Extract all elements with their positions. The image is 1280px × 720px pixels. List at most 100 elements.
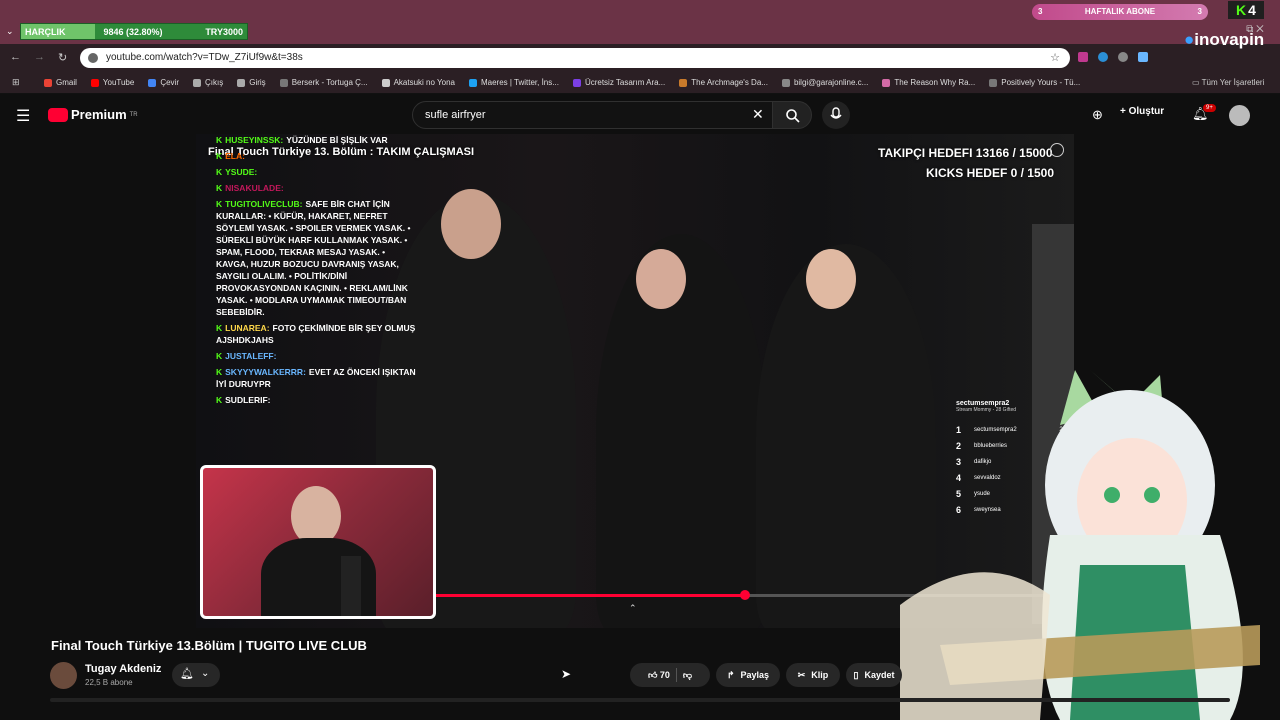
bell-icon: 🔔︎: [180, 668, 194, 680]
premium-label: Premium: [71, 107, 127, 122]
vtuber-avatar: [900, 370, 1260, 720]
save-button[interactable]: ▯ Kaydet: [846, 663, 902, 687]
clear-search-icon[interactable]: ✕: [752, 106, 764, 123]
kick-badge-icon: K: [216, 199, 223, 209]
bookmark-item[interactable]: Akatsuki no Yona: [381, 78, 455, 87]
video-title: Final Touch Türkiye 13.Bölüm | TUGITO LI…: [51, 638, 367, 653]
bookmark-item[interactable]: Gmail: [44, 78, 77, 87]
tab-search-icon[interactable]: ⌄: [6, 26, 14, 37]
subscriber-count: 22,5 B abone: [85, 678, 133, 687]
extension-icon[interactable]: [1098, 52, 1108, 62]
create-icon[interactable]: ⊕: [1092, 107, 1103, 123]
bookmark-favicon-icon: [237, 78, 246, 87]
search-value: sufle airfryer: [425, 109, 486, 121]
info-icon[interactable]: [1050, 143, 1064, 157]
site-info-icon[interactable]: [88, 53, 98, 63]
chat-message: K HUSEYINSSK: YÜZÜNDE Bİ ŞİŞLİK VAR: [216, 134, 416, 146]
bookmark-item[interactable]: Positively Yours - Tü...: [989, 78, 1080, 87]
save-label: Kaydet: [864, 670, 895, 680]
chat-message: K JUSTALEFF:: [216, 350, 416, 362]
bookmark-favicon-icon: [44, 78, 52, 87]
bookmark-favicon-icon: [468, 78, 477, 87]
extension-icon[interactable]: [1138, 52, 1148, 62]
bookmark-label: Gmail: [56, 78, 77, 87]
share-button[interactable]: ↱ Paylaş: [716, 663, 780, 687]
search-input[interactable]: sufle airfryer: [412, 101, 774, 129]
chat-message: K ELA:: [216, 150, 416, 162]
bookmark-item[interactable]: The Reason Why Ra...: [882, 78, 975, 87]
bookmark-label: Ücretsiz Tasarım Ara...: [584, 78, 666, 87]
bookmark-item[interactable]: bilgi@garajonline.c...: [781, 78, 868, 87]
bookmark-label: Berserk - Tortuga Ç...: [291, 78, 368, 87]
bookmark-item[interactable]: YouTube: [90, 78, 134, 87]
face: [806, 249, 856, 309]
youtube-logo[interactable]: Premium TR: [48, 107, 138, 122]
forward-icon[interactable]: →: [34, 51, 45, 63]
kick-logo-icon: K: [1236, 2, 1247, 18]
reload-icon[interactable]: ↻: [58, 51, 67, 64]
chat-username: JUSTALEFF:: [225, 351, 277, 361]
country-code: TR: [129, 111, 138, 118]
bookmark-item[interactable]: Maeres | Twitter, İns...: [468, 78, 559, 87]
bookmark-item[interactable]: Giriş: [237, 78, 266, 87]
weekly-right: 3: [1197, 7, 1202, 16]
menu-icon[interactable]: ☰: [16, 106, 30, 126]
dislike-button[interactable]: 👎︎: [683, 670, 692, 681]
account-avatar[interactable]: [1229, 105, 1250, 126]
address-bar[interactable]: youtube.com/watch?v=TDw_Z7iUf9w&t=38s ☆: [80, 48, 1070, 68]
microphone: [341, 556, 361, 616]
chat-message: K TUGITOLIVECLUB: SAFE BİR CHAT İÇİN KURAL…: [216, 198, 416, 318]
bookmark-label: The Reason Why Ra...: [894, 78, 976, 87]
bookmark-favicon-icon: [148, 78, 157, 87]
extension-icon[interactable]: [1078, 52, 1088, 62]
bookmark-item[interactable]: The Archmage's Da...: [679, 78, 768, 87]
bookmark-item[interactable]: Berserk - Tortuga Ç...: [279, 78, 368, 87]
bookmark-item[interactable]: Çıkış: [193, 78, 223, 87]
extension-icons: [1078, 52, 1148, 62]
bookmark-favicon-icon: [572, 78, 581, 87]
chat-username: SUDLERIF:: [225, 395, 271, 405]
chevron-up-icon[interactable]: ⌃: [629, 603, 637, 614]
kick-badge-icon: K: [216, 323, 223, 333]
clip-button[interactable]: ✂ Klip: [786, 663, 840, 687]
chat-username: SKYYYWALKERRR:: [225, 367, 306, 377]
page-divider: [50, 698, 1230, 702]
share-label: Paylaş: [740, 670, 770, 680]
share-icon: ↱: [726, 669, 735, 680]
all-bookmarks[interactable]: ▭ Tüm Yer İşaretleri: [1192, 78, 1264, 87]
kick-badge-icon: K: [216, 367, 223, 377]
bookmark-label: Akatsuki no Yona: [393, 78, 455, 87]
extension-icon[interactable]: [1118, 52, 1128, 62]
search-button[interactable]: [772, 101, 812, 129]
bookmark-item[interactable]: Ücretsiz Tasarım Ara...: [572, 78, 666, 87]
bookmark-favicon-icon: [781, 78, 790, 87]
bookmark-item[interactable]: Çevir: [148, 78, 179, 87]
bookmark-label: Positively Yours - Tü...: [1001, 78, 1081, 87]
subscribe-bell-button[interactable]: 🔔︎ ⌄: [172, 663, 220, 687]
inovapin-logo: ●inovapin: [1184, 30, 1265, 49]
kick-badge-icon: K: [216, 395, 223, 405]
voice-search-button[interactable]: [822, 101, 850, 129]
tip-goal-bar: HARÇLIK 9846 (32.80%) TRY3000: [20, 23, 248, 40]
tip-goal-target: TRY3000: [205, 26, 243, 37]
like-count: 70: [659, 669, 670, 680]
all-bookmarks-label: Tüm Yer İşaretleri: [1201, 78, 1265, 87]
divider: [675, 668, 677, 682]
bookmark-favicon-icon: [90, 78, 99, 87]
video-progress-played[interactable]: [436, 594, 746, 597]
chat-username: YSUDE:: [225, 167, 258, 177]
kick-badge-icon: K: [216, 183, 223, 193]
create-button[interactable]: + Oluştur: [1120, 106, 1164, 117]
apps-icon[interactable]: ⊞: [12, 77, 20, 88]
progress-scrubber[interactable]: [740, 590, 750, 600]
weekly-left: 3: [1038, 7, 1043, 16]
channel-name[interactable]: Tugay Akdeniz: [85, 663, 161, 675]
tip-goal-label: HARÇLIK: [25, 26, 66, 37]
bookmark-star-icon[interactable]: ☆: [1050, 48, 1060, 68]
bookmark-label: Çıkış: [205, 78, 224, 87]
scissors-icon: ✂: [797, 669, 806, 680]
back-icon[interactable]: ←: [10, 51, 21, 63]
weekly-label: HAFTALIK ABONE: [1084, 7, 1156, 16]
like-button[interactable]: 👍︎ 70: [648, 670, 670, 681]
channel-avatar[interactable]: [50, 662, 77, 689]
